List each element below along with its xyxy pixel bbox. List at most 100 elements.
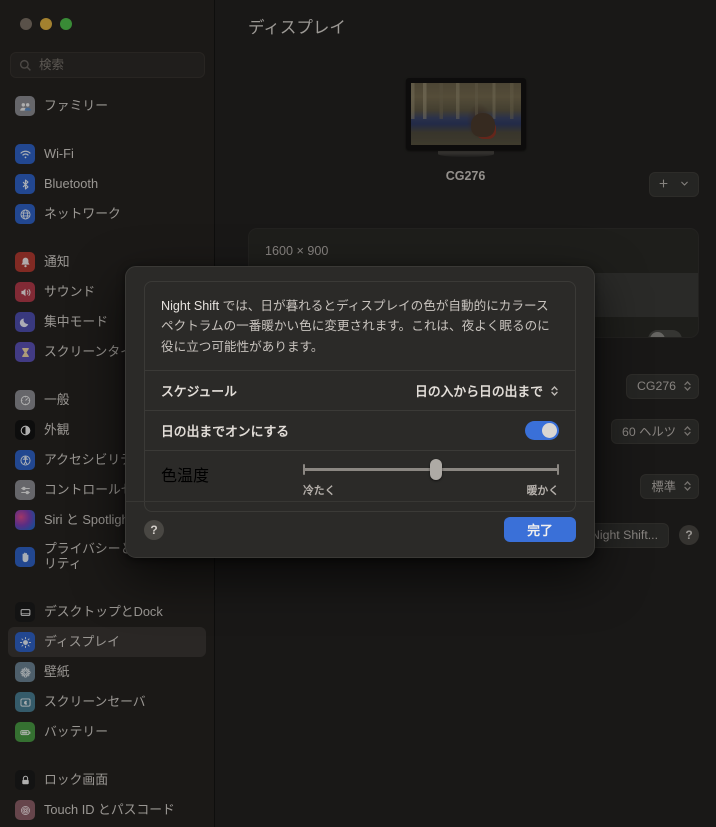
until-sunrise-toggle[interactable] xyxy=(525,421,559,441)
slider-min-label: 冷たく xyxy=(303,485,336,498)
sidebar-item-label: スクリーンセーバ xyxy=(44,693,146,709)
lock-icon xyxy=(15,770,35,790)
slider-tick-min xyxy=(303,464,305,476)
night-shift-description: Night Shift では、日が暮れるとディスプレイの色が自動的にカラースペク… xyxy=(145,282,575,370)
sidebar-item-displays[interactable]: ディスプレイ xyxy=(8,627,206,657)
sidebar-group-desktop: デスクトップとDock ディスプレイ 壁紙 スクリーンセーバ バッテリー xyxy=(8,593,206,751)
sidebar-item-label: ディスプレイ xyxy=(44,633,120,649)
system-settings-window: ファミリー Wi-Fi xyxy=(0,0,716,827)
sidebar-item-label: Wi-Fi xyxy=(44,145,74,161)
sidebar-divider xyxy=(8,125,206,135)
appearance-contrast-icon xyxy=(15,420,35,440)
night-shift-settings-card: Night Shift では、日が暮れるとディスプレイの色が自動的にカラースペク… xyxy=(144,281,576,513)
stepper-icon xyxy=(683,479,692,493)
hourglass-icon xyxy=(15,342,35,362)
page-title: ディスプレイ xyxy=(248,19,346,37)
sidebar-item-label: 集中モード xyxy=(44,313,108,329)
wallpaper-icon xyxy=(15,662,35,682)
close-button[interactable] xyxy=(20,18,32,30)
display-brightness-icon xyxy=(15,632,35,652)
battery-icon xyxy=(15,722,35,742)
sidebar-item-label: ファミリー xyxy=(44,97,108,113)
speaker-icon xyxy=(15,282,35,302)
dock-icon xyxy=(15,602,35,622)
schedule-label: スケジュール xyxy=(161,384,237,400)
sidebar-item-label: Bluetooth xyxy=(44,175,99,191)
sidebar-item-label: Touch ID とパスコード xyxy=(44,801,175,817)
sidebar-divider xyxy=(8,233,206,243)
color-temperature-slider[interactable] xyxy=(303,459,559,481)
stepper-icon xyxy=(683,424,692,438)
help-button[interactable]: ? xyxy=(679,525,699,545)
gear-icon xyxy=(15,390,35,410)
sidebar-item-lock-screen[interactable]: ロック画面 xyxy=(8,765,206,795)
bell-icon xyxy=(15,252,35,272)
hdr-toggle[interactable] xyxy=(648,329,682,337)
sidebar-item-battery[interactable]: バッテリー xyxy=(8,717,206,747)
privacy-hand-icon xyxy=(15,547,35,567)
sidebar-divider xyxy=(8,751,206,761)
wifi-icon xyxy=(15,144,35,164)
accessibility-icon xyxy=(15,450,35,470)
chevron-down-icon xyxy=(679,176,690,194)
preset-popup[interactable]: 標準 xyxy=(640,473,699,499)
monitor-stand xyxy=(437,151,494,157)
schedule-row: スケジュール 日の入から日の出まで xyxy=(145,370,575,410)
done-button[interactable]: 完了 xyxy=(504,517,576,542)
display-thumbnail[interactable] xyxy=(405,78,526,150)
search-input[interactable] xyxy=(39,58,196,72)
sidebar-group-family: ファミリー xyxy=(8,87,206,125)
bluetooth-icon xyxy=(15,174,35,194)
sidebar-item-family[interactable]: ファミリー xyxy=(8,91,206,121)
color-temperature-label: 色温度 xyxy=(161,468,210,486)
network-globe-icon xyxy=(15,204,35,224)
slider-tick-max xyxy=(557,464,559,476)
color-temperature-slider-area: 冷たく 暖かく xyxy=(303,459,559,498)
sidebar-item-label: Siri と Spotlight xyxy=(44,511,133,527)
until-sunrise-row: 日の出までオンにする xyxy=(145,410,575,450)
slider-max-label: 暖かく xyxy=(526,485,559,498)
sidebar-item-label: サウンド xyxy=(44,283,96,299)
control-center-icon xyxy=(15,480,35,500)
sidebar-item-desktop-dock[interactable]: デスクトップとDock xyxy=(8,597,206,627)
sidebar-item-network[interactable]: ネットワーク xyxy=(8,199,206,229)
sidebar-item-bluetooth[interactable]: Bluetooth xyxy=(8,169,206,199)
search-icon xyxy=(19,59,32,72)
plus-icon xyxy=(658,176,669,194)
sidebar-item-label: バッテリー xyxy=(44,723,108,739)
sidebar-item-touch-id[interactable]: Touch ID とパスコード xyxy=(8,795,206,825)
sidebar-item-label: 通知 xyxy=(44,253,70,269)
sidebar-item-label: 外観 xyxy=(44,421,70,437)
sidebar-group-network: Wi-Fi Bluetooth ネットワーク xyxy=(8,135,206,233)
search-field[interactable] xyxy=(10,52,205,78)
sidebar-item-label: デスクトップとDock xyxy=(44,603,163,619)
sidebar-item-wifi[interactable]: Wi-Fi xyxy=(8,139,206,169)
stepper-icon xyxy=(683,379,692,393)
sidebar-item-wallpaper[interactable]: 壁紙 xyxy=(8,657,206,687)
sidebar-item-label: ネットワーク xyxy=(44,205,121,221)
maximize-button[interactable] xyxy=(60,18,72,30)
schedule-popup[interactable]: 日の入から日の出まで xyxy=(415,381,559,400)
schedule-value: 日の入から日の出まで xyxy=(415,384,543,400)
moon-icon xyxy=(15,312,35,332)
minimize-button[interactable] xyxy=(40,18,52,30)
display-preview: CG276 xyxy=(215,78,716,183)
stepper-icon xyxy=(550,384,559,398)
resolution-label: 1600 × 900 xyxy=(265,244,329,258)
slider-endpoint-labels: 冷たく 暖かく xyxy=(303,482,559,498)
sidebar-item-screensaver[interactable]: スクリーンセーバ xyxy=(8,687,206,717)
dialog-help-button[interactable]: ? xyxy=(144,519,164,540)
sidebar-item-label: ロック画面 xyxy=(44,771,108,787)
night-shift-description-rest: では、日が暮れるとディスプレイの色が自動的にカラースペクトラムの一番暖かい色に変… xyxy=(161,299,550,354)
night-shift-description-lead: Night Shift xyxy=(161,299,220,313)
color-profile-popup[interactable]: CG276 xyxy=(626,373,699,399)
color-temperature-slider-thumb[interactable] xyxy=(430,459,443,481)
window-controls xyxy=(20,18,72,30)
add-display-button[interactable] xyxy=(649,172,699,197)
wallpaper-thumbnail-image xyxy=(410,83,521,145)
refresh-rate-popup[interactable]: 60 ヘルツ xyxy=(611,418,699,444)
touchid-icon xyxy=(15,800,35,820)
until-sunrise-label: 日の出までオンにする xyxy=(161,424,290,440)
sidebar-item-label: 壁紙 xyxy=(44,663,70,679)
night-shift-dialog: Night Shift では、日が暮れるとディスプレイの色が自動的にカラースペク… xyxy=(125,266,595,558)
